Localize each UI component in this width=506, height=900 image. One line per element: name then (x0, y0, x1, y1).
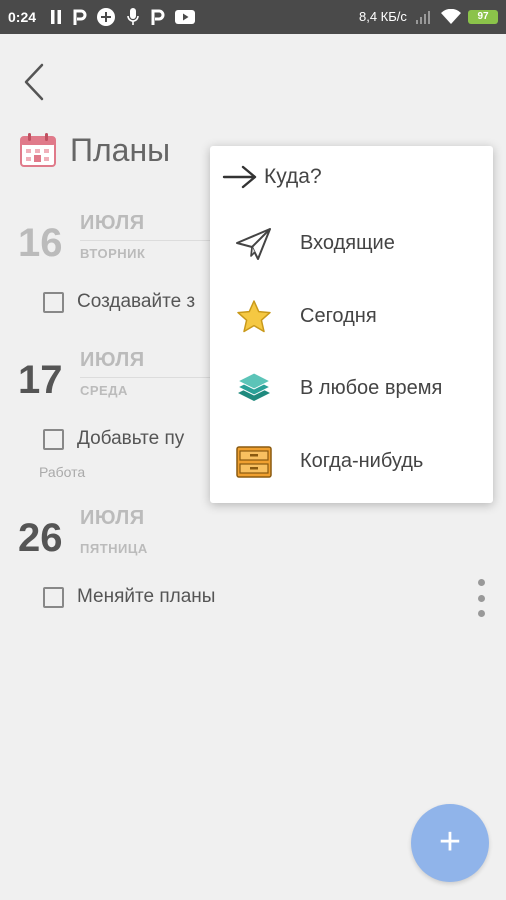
task-title[interactable]: Добавьте пу (77, 428, 184, 450)
add-task-button[interactable]: + (411, 804, 489, 882)
day-divider (80, 240, 210, 241)
day-number: 16 (18, 221, 63, 265)
day-weekday: ПЯТНИЦА (80, 541, 148, 556)
more-options-button[interactable] (474, 579, 488, 617)
signal-icon (416, 8, 434, 26)
battery-indicator: 97 (468, 10, 498, 24)
pause-icon (50, 8, 62, 26)
back-button[interactable] (18, 62, 52, 102)
network-speed: 8,4 КБ/с (359, 9, 407, 24)
popup-header: Куда? (222, 162, 322, 192)
menu-item-anytime[interactable]: В любое время (210, 359, 493, 419)
day-month: ИЮЛЯ (80, 349, 145, 371)
day-month: ИЮЛЯ (80, 507, 145, 529)
chevron-left-icon (24, 63, 44, 101)
task-tag: Работа (39, 464, 86, 480)
drawer-icon (236, 446, 272, 478)
youtube-icon (175, 8, 195, 26)
plus-circle-icon (96, 8, 116, 26)
move-to-popup: Куда? Входящие Сегодня В любое время Ког… (210, 146, 493, 503)
paper-plane-icon (236, 228, 271, 260)
menu-item-someday[interactable]: Когда-нибудь (210, 432, 493, 492)
more-dot (477, 579, 485, 586)
menu-item-inbox[interactable]: Входящие (210, 214, 493, 274)
p-app-icon (73, 8, 87, 26)
day-divider (80, 377, 210, 378)
menu-item-label: Входящие (300, 232, 395, 254)
day-month: ИЮЛЯ (80, 212, 145, 234)
layers-icon (236, 372, 272, 401)
page-title: Планы (70, 132, 171, 168)
microphone-icon (126, 8, 140, 26)
star-icon (237, 300, 271, 333)
task-checkbox[interactable] (43, 587, 64, 608)
arrow-right-icon (222, 165, 257, 189)
menu-item-label: Сегодня (300, 305, 377, 327)
task-checkbox[interactable] (43, 292, 64, 313)
menu-item-today[interactable]: Сегодня (210, 287, 493, 347)
wifi-icon (440, 8, 462, 26)
menu-item-label: Когда-нибудь (300, 450, 424, 472)
day-weekday: СРЕДА (80, 383, 128, 398)
calendar-icon (20, 133, 56, 167)
task-title[interactable]: Меняйте планы (77, 586, 215, 608)
p-app-icon-2 (151, 8, 165, 26)
more-dot (477, 610, 485, 617)
menu-item-label: В любое время (300, 377, 443, 399)
task-checkbox[interactable] (43, 429, 64, 450)
popup-title: Куда? (264, 165, 322, 188)
day-number: 17 (18, 358, 63, 402)
status-time: 0:24 (8, 9, 37, 25)
more-dot (477, 594, 485, 602)
status-bar: 0:24 8,4 КБ/с 97 (0, 0, 506, 34)
task-title[interactable]: Создавайте з (77, 291, 195, 313)
day-number: 26 (18, 516, 63, 560)
day-weekday: ВТОРНИК (80, 246, 146, 261)
